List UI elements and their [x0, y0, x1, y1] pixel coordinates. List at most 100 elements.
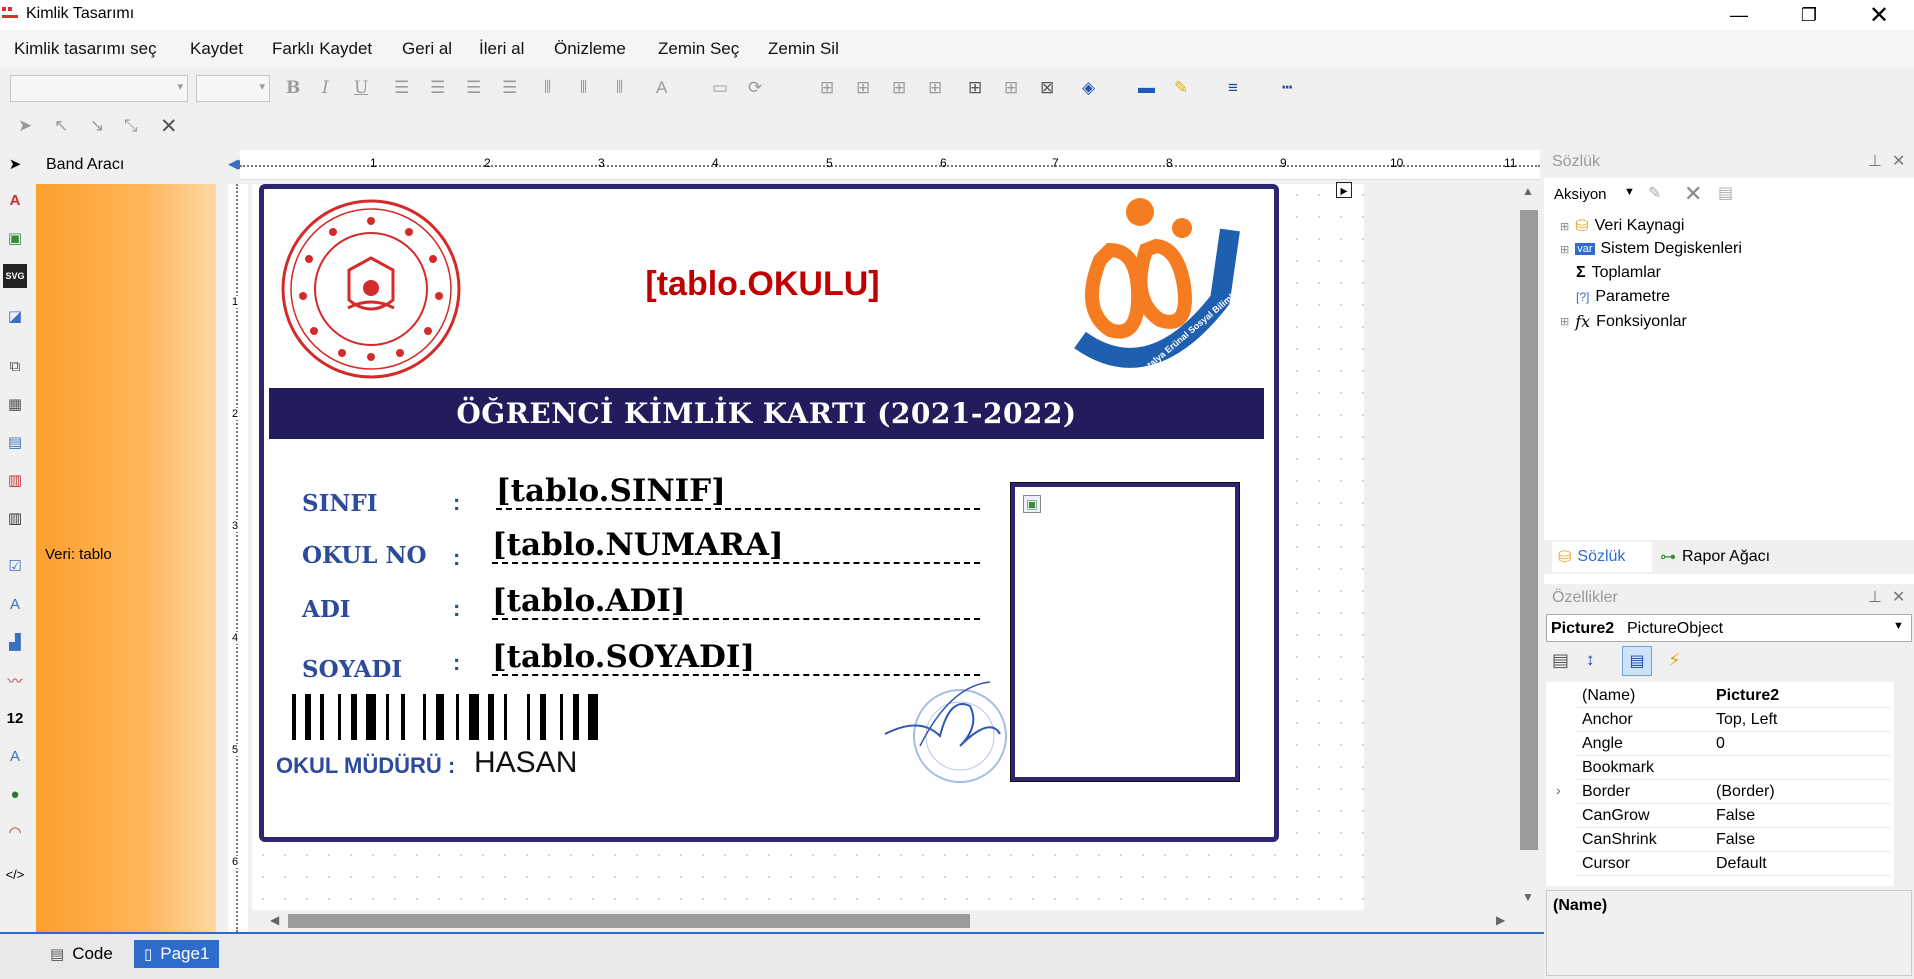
menu-zemin-sil[interactable]: Zemin Sil: [768, 39, 839, 59]
arrow-diagonal-icon[interactable]: ⤡: [124, 116, 138, 136]
pin-icon[interactable]: ⊥: [1868, 587, 1882, 607]
arrow-se-icon[interactable]: ↘: [90, 116, 104, 136]
band-menu-icon[interactable]: ▸: [1336, 182, 1352, 198]
categorized-icon[interactable]: ▤: [1552, 650, 1569, 671]
object-selector[interactable]: Picture2 PictureObject ▼: [1546, 614, 1912, 642]
calendar-tool-icon[interactable]: ▥: [3, 468, 27, 492]
barcode-tool-icon[interactable]: ▥: [3, 506, 27, 530]
tab-page1[interactable]: ▯ Page1: [134, 940, 220, 968]
scroll-up-icon[interactable]: ▲: [1522, 184, 1534, 198]
value-adi[interactable]: [tablo.ADI]: [492, 584, 980, 620]
card-banner-title[interactable]: ÖĞRENCİ KİMLİK KARTI (2021-2022): [269, 388, 1264, 439]
valign-middle-icon[interactable]: ⫴: [580, 78, 587, 98]
horizontal-scroll-thumb[interactable]: [288, 914, 970, 928]
svg-tool-icon[interactable]: SVG: [3, 264, 27, 288]
value-sinif[interactable]: [tablo.SINIF]: [496, 474, 980, 510]
tree-item-veri-kaynagi[interactable]: ⊞ ⛁ Veri Kaynagi: [1560, 216, 1684, 236]
close-button[interactable]: ✕: [1844, 0, 1914, 30]
italic-icon[interactable]: I: [322, 78, 329, 98]
property-row[interactable]: Bookmark: [1576, 756, 1890, 780]
scroll-down-icon[interactable]: ▼: [1522, 890, 1534, 904]
arrow-nw-icon[interactable]: ↖: [54, 116, 68, 136]
expand-icon[interactable]: ⊞: [1560, 315, 1569, 328]
picture-tool-icon[interactable]: ▣: [3, 226, 27, 250]
fill-color-icon[interactable]: ◈: [1082, 78, 1095, 98]
text-tool-icon[interactable]: A: [3, 188, 27, 212]
table-tool-icon[interactable]: ▦: [3, 392, 27, 416]
label-soyadi[interactable]: SOYADI: [302, 656, 402, 683]
data-band[interactable]: Veri: tablo: [36, 184, 216, 932]
gauge-tool-icon[interactable]: ◠: [3, 820, 27, 844]
panel-close-icon[interactable]: ✕: [1892, 587, 1905, 607]
checkbox-tool-icon[interactable]: ☑: [3, 554, 27, 578]
line-color-icon[interactable]: ✎: [1174, 78, 1188, 98]
property-row[interactable]: CanGrow False: [1576, 804, 1890, 828]
tree-item-fonksiyonlar[interactable]: ⊞ fx Fonksiyonlar: [1560, 312, 1687, 331]
border-right-icon[interactable]: ⊞: [928, 78, 942, 98]
expand-border-icon[interactable]: ›: [1556, 782, 1561, 798]
align-left-icon[interactable]: ☰: [394, 78, 409, 98]
delete-icon[interactable]: ✕: [160, 114, 178, 139]
valign-bottom-icon[interactable]: ⫴: [616, 78, 623, 98]
edit-icon[interactable]: ✎: [1648, 183, 1661, 203]
font-color-icon[interactable]: A: [656, 78, 667, 98]
tree-item-parametre[interactable]: [?] Parametre: [1576, 288, 1670, 306]
menu-onizleme[interactable]: Önizleme: [554, 39, 626, 59]
property-row[interactable]: Anchor Top, Left: [1576, 708, 1890, 732]
scroll-right-icon[interactable]: ▶: [1496, 913, 1505, 927]
property-row[interactable]: Border (Border): [1576, 780, 1890, 804]
matrix-tool-icon[interactable]: ▤: [3, 430, 27, 454]
property-row[interactable]: Cursor Default: [1576, 852, 1890, 876]
tab-code[interactable]: ▤ Code: [40, 940, 123, 968]
chevron-down-icon[interactable]: ▼: [1893, 620, 1904, 632]
zipcode-tool-icon[interactable]: 12: [3, 706, 27, 730]
scroll-left-icon[interactable]: ◀: [270, 913, 279, 927]
photo-picture-object[interactable]: ▣: [1010, 482, 1240, 782]
line-style-icon[interactable]: ┅: [1282, 78, 1292, 98]
sparkline-tool-icon[interactable]: 〰: [3, 668, 27, 692]
tree-item-sistem-degiskenleri[interactable]: ⊞ var Sistem Degiskenleri: [1560, 240, 1742, 258]
expand-icon[interactable]: ⊞: [1560, 220, 1569, 233]
border-bottom-icon[interactable]: ⊞: [856, 78, 870, 98]
school-name-field[interactable]: [tablo.OKULU]: [600, 265, 925, 304]
menu-kaydet[interactable]: Kaydet: [190, 39, 243, 59]
properties-view-icon[interactable]: ▤: [1622, 646, 1652, 676]
highlight-icon[interactable]: ▭: [712, 78, 728, 98]
chart-tool-icon[interactable]: ▟: [3, 630, 27, 654]
shape-tool-icon[interactable]: ◪: [3, 304, 27, 328]
select-tool-icon[interactable]: ➤: [3, 152, 27, 176]
principal-label[interactable]: OKUL MÜDÜRÜ :: [276, 753, 455, 779]
font-family-combo[interactable]: [10, 75, 188, 102]
properties-icon[interactable]: ▤: [1718, 183, 1733, 203]
pointer-icon[interactable]: ➤: [18, 116, 32, 136]
valign-top-icon[interactable]: ⫴: [544, 78, 551, 98]
html-tool-icon[interactable]: </>: [3, 862, 27, 886]
maximize-button[interactable]: ❐: [1774, 0, 1844, 30]
property-row[interactable]: (Name) Picture2: [1576, 684, 1890, 708]
align-right-icon[interactable]: ☰: [466, 78, 481, 98]
action-dropdown[interactable]: Aksiyon: [1554, 186, 1607, 203]
label-adi[interactable]: ADI: [302, 596, 351, 623]
value-numara[interactable]: [tablo.NUMARA]: [492, 528, 980, 564]
justify-icon[interactable]: ☰: [502, 78, 517, 98]
sort-az-icon[interactable]: ↕: [1586, 650, 1595, 670]
border-left-icon[interactable]: ⊞: [892, 78, 906, 98]
menu-kimlik-tasarimi-sec[interactable]: Kimlik tasarımı seç: [14, 39, 157, 59]
rotate-icon[interactable]: ⟳: [748, 78, 762, 98]
minimize-button[interactable]: —: [1704, 0, 1774, 30]
menu-farkli-kaydet[interactable]: Farklı Kaydet: [272, 39, 372, 59]
tree-item-toplamlar[interactable]: Σ Toplamlar: [1576, 264, 1661, 282]
align-center-icon[interactable]: ☰: [430, 78, 445, 98]
border-all-icon[interactable]: ⊞: [968, 78, 982, 98]
richtext-tool-icon[interactable]: A: [3, 592, 27, 616]
border-top-icon[interactable]: ⊞: [820, 78, 834, 98]
menu-zemin-sec[interactable]: Zemin Seç: [658, 39, 739, 59]
property-scrollbar[interactable]: [1894, 682, 1912, 886]
menu-ileri-al[interactable]: İleri al: [479, 39, 524, 59]
frame-icon[interactable]: ▬: [1138, 78, 1155, 98]
line-width-icon[interactable]: ≡: [1228, 78, 1238, 98]
pin-icon[interactable]: ⊥: [1868, 151, 1882, 171]
expand-icon[interactable]: ⊞: [1560, 243, 1569, 256]
value-soyadi[interactable]: [tablo.SOYADI]: [492, 640, 980, 676]
map-tool-icon[interactable]: ●: [3, 782, 27, 806]
